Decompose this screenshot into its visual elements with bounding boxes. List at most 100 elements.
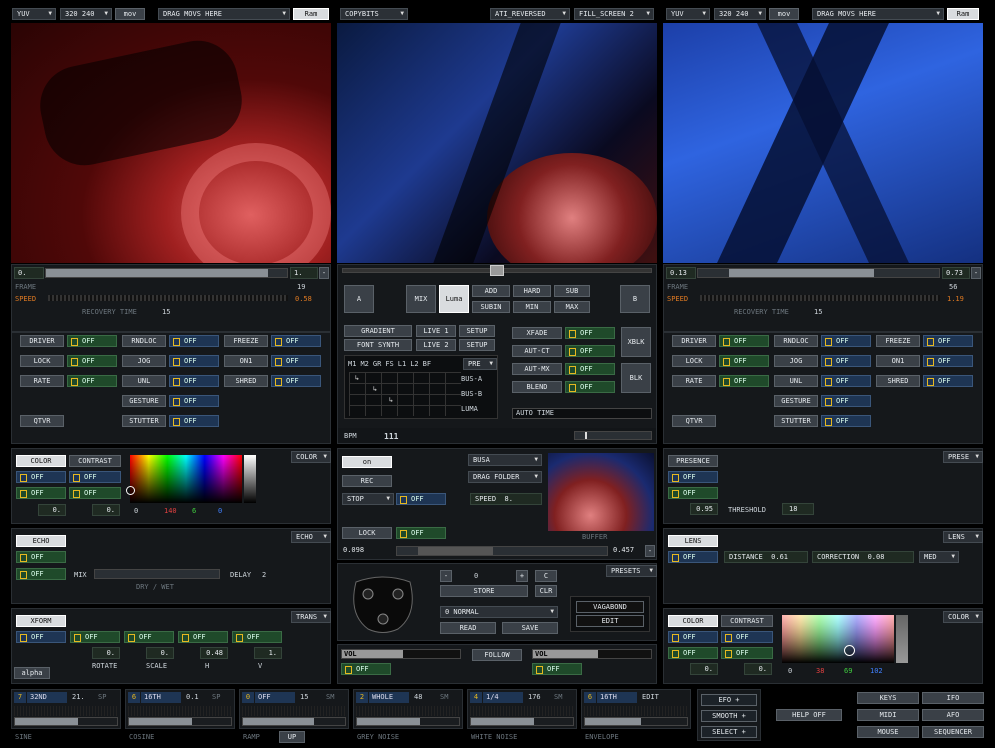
follow-button[interactable]: FOLLOW <box>472 649 522 661</box>
volume-left-toggle[interactable]: OFF <box>341 663 391 675</box>
preset-minus-button[interactable]: - <box>440 570 452 582</box>
color-picker-left[interactable] <box>130 455 242 503</box>
drag-movs-left[interactable]: DRAG MOVS HERE <box>158 8 290 20</box>
unl-button-b[interactable]: UNL <box>774 375 818 387</box>
on1-toggle[interactable]: OFF <box>271 355 321 367</box>
scale-value[interactable]: 0. <box>146 647 174 659</box>
color-picker-cursor-left[interactable] <box>126 486 135 495</box>
rotate-value[interactable]: 0. <box>92 647 120 659</box>
h-toggle[interactable]: OFF <box>178 631 228 643</box>
lens-menu[interactable]: LENS <box>943 531 983 543</box>
resolution-select[interactable]: 320 240 <box>60 8 112 20</box>
lfo-slider[interactable] <box>584 717 688 726</box>
preset-plus-button[interactable]: + <box>516 570 528 582</box>
shred-toggle-b[interactable]: OFF <box>923 375 973 387</box>
lfo-number[interactable]: 6 <box>584 692 596 703</box>
store-button[interactable]: STORE <box>440 585 528 597</box>
blend-button[interactable]: BLEND <box>512 381 562 393</box>
mouse-button[interactable]: MOUSE <box>857 726 919 738</box>
shred-toggle[interactable]: OFF <box>271 375 321 387</box>
deck-a-position-slider[interactable] <box>45 268 288 278</box>
correction-field[interactable]: CORRECTION 0.08 <box>812 551 914 563</box>
gradient-button[interactable]: GRADIENT <box>344 325 412 337</box>
gesture-toggle[interactable]: OFF <box>169 395 219 407</box>
ramp-direction-button[interactable]: UP <box>279 731 305 743</box>
echo-toggle-2[interactable]: OFF <box>16 568 66 580</box>
stutter-toggle-b[interactable]: OFF <box>821 415 871 427</box>
jog-toggle[interactable]: OFF <box>169 355 219 367</box>
color-button[interactable]: COLOR <box>16 455 66 467</box>
lfo-number[interactable]: 7 <box>14 692 26 703</box>
renderer-select[interactable]: ATI_REVERSED <box>490 8 570 20</box>
stop-select[interactable]: STOP <box>342 493 394 505</box>
driver-toggle[interactable]: OFF <box>67 335 117 347</box>
xform-toggle[interactable]: OFF <box>16 631 66 643</box>
rotate-toggle[interactable]: OFF <box>70 631 120 643</box>
lfo-slider[interactable] <box>14 717 118 726</box>
freeze-toggle[interactable]: OFF <box>271 335 321 347</box>
volume-right-slider[interactable] <box>532 649 652 659</box>
mov-button[interactable]: mov <box>115 8 145 20</box>
contrast-button[interactable]: CONTRAST <box>69 455 121 467</box>
autct-button[interactable]: AUT-CT <box>512 345 562 357</box>
color-value-r2[interactable]: 0. <box>744 663 772 675</box>
h-value[interactable]: 0.48 <box>200 647 228 659</box>
presets-menu[interactable]: PRESETS <box>606 565 657 577</box>
rate-button[interactable]: RATE <box>20 375 64 387</box>
rndloc-button-b[interactable]: RNDLOC <box>774 335 818 347</box>
autmx-button[interactable]: AUT-MX <box>512 363 562 375</box>
efo-button[interactable]: EFO + <box>701 694 757 706</box>
volume-right-toggle[interactable]: OFF <box>532 663 582 675</box>
dry-wet-slider[interactable] <box>94 569 220 579</box>
lfo-slider[interactable] <box>470 717 574 726</box>
ram-button-left[interactable]: Ram <box>293 8 329 20</box>
color-menu-left[interactable]: COLOR <box>291 451 331 463</box>
rate-toggle-b[interactable]: OFF <box>719 375 769 387</box>
freeze-button[interactable]: FREEZE <box>224 335 268 347</box>
xfade-button[interactable]: XFADE <box>512 327 562 339</box>
live2-button[interactable]: LIVE 2 <box>416 339 456 351</box>
volume-left-slider[interactable] <box>341 649 461 659</box>
presence-toggle-2[interactable]: OFF <box>668 487 718 499</box>
contrast-toggle-r1[interactable]: OFF <box>721 631 773 643</box>
color-value-r1[interactable]: 0. <box>690 663 718 675</box>
echo-button[interactable]: ECHO <box>16 535 66 547</box>
echo-menu[interactable]: ECHO <box>291 531 331 543</box>
autmx-toggle[interactable]: OFF <box>565 363 615 375</box>
rndloc-button[interactable]: RNDLOC <box>122 335 166 347</box>
copybits-select[interactable]: COPYBITS <box>340 8 408 20</box>
deck-a-button[interactable]: A <box>344 285 374 313</box>
med-select[interactable]: MED <box>919 551 959 563</box>
resolution-select-right[interactable]: 320 240 <box>714 8 766 20</box>
rec-button[interactable]: REC <box>342 475 392 487</box>
gesture-button[interactable]: GESTURE <box>122 395 166 407</box>
xform-button[interactable]: XFORM <box>16 615 66 627</box>
edit-button[interactable]: EDIT <box>576 615 644 627</box>
presence-menu[interactable]: PRESE <box>943 451 983 463</box>
gesture-toggle-b[interactable]: OFF <box>821 395 871 407</box>
trans-menu[interactable]: TRANS <box>291 611 331 623</box>
mix-button[interactable]: MIX <box>406 285 436 313</box>
busa-select[interactable]: BUSA <box>468 454 542 466</box>
shred-button[interactable]: SHRED <box>224 375 268 387</box>
lfo-division[interactable]: OFF <box>255 692 295 703</box>
save-button[interactable]: SAVE <box>502 622 558 634</box>
vagabond-button[interactable]: VAGABOND <box>576 601 644 613</box>
afo-button[interactable]: AFO <box>922 709 984 721</box>
preset-normal-select[interactable]: 0 NORMAL <box>440 606 558 618</box>
deck-a-minus-button[interactable]: - <box>319 267 329 279</box>
brightness-bar-left[interactable] <box>244 455 256 503</box>
contrast-toggle-2[interactable]: OFF <box>69 487 121 499</box>
lfo-slider[interactable] <box>242 717 346 726</box>
contrast-button-right[interactable]: CONTRAST <box>721 615 773 627</box>
deck-a-speed-slider[interactable] <box>48 295 288 301</box>
autct-toggle[interactable]: OFF <box>565 345 615 357</box>
deck-b-speed-slider[interactable] <box>700 295 940 301</box>
lfo-slider[interactable] <box>128 717 232 726</box>
sampler-lock-button[interactable]: LOCK <box>342 527 392 539</box>
ram-button-right[interactable]: Ram <box>947 8 979 20</box>
drag-movs-right[interactable]: DRAG MOVS HERE <box>812 8 944 20</box>
joystick-icon[interactable] <box>348 574 418 634</box>
jog-button[interactable]: JOG <box>122 355 166 367</box>
smooth-button[interactable]: SMOOTH + <box>701 710 757 722</box>
